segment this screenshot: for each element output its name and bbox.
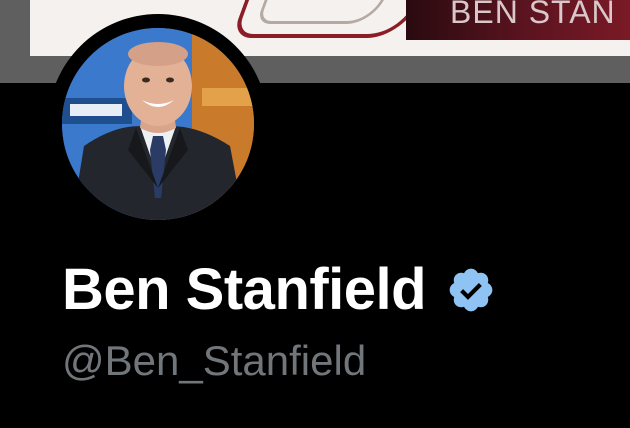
display-name: Ben Stanfield — [62, 257, 427, 322]
user-handle: @Ben_Stanfield — [62, 337, 367, 384]
avatar[interactable] — [62, 28, 254, 220]
verified-badge-icon[interactable] — [446, 265, 496, 315]
display-name-row: Ben Stanfield — [62, 255, 496, 325]
avatar-image — [62, 28, 254, 220]
banner-brand-text: BEN STAN — [450, 0, 616, 30]
banner-brand-panel: BEN STAN — [406, 0, 630, 40]
